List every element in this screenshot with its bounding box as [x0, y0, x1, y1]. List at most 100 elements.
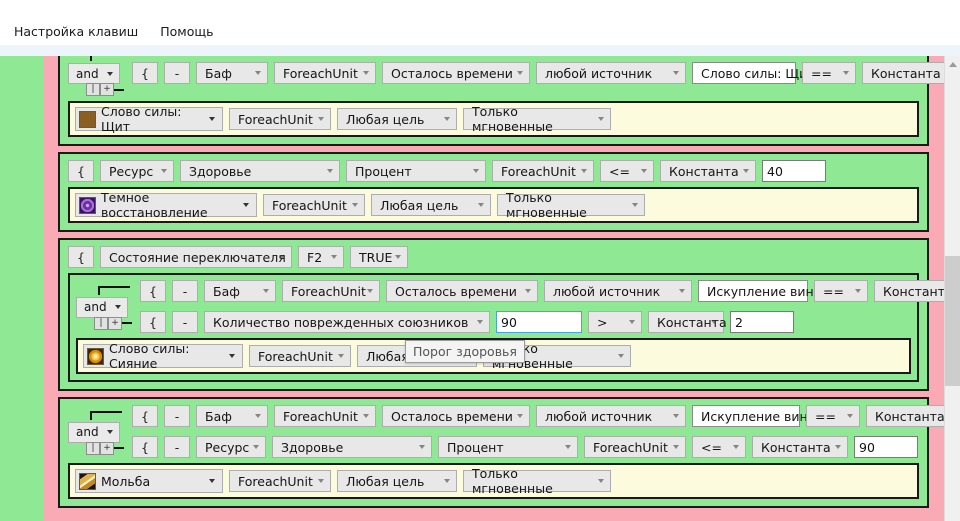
vertical-scrollbar[interactable]: [944, 56, 960, 521]
aura-source-select-label: любой источник: [545, 65, 653, 81]
scroll-up-arrow-icon[interactable]: [945, 56, 960, 72]
comparison-operator-select[interactable]: >: [588, 311, 642, 333]
aura-name-field[interactable]: Слово силы: Щит: [692, 62, 814, 84]
spell-name-label: Мольба: [101, 473, 151, 489]
value-kind-select-label: Константа: [871, 65, 941, 81]
value-input[interactable]: 90: [854, 436, 918, 458]
toggle-state-select[interactable]: Состояние переключателя: [100, 246, 292, 268]
scrollbar-thumb[interactable]: [945, 256, 960, 386]
action-cast-mode-select[interactable]: Только мгновенные: [463, 104, 611, 134]
condition-type-select[interactable]: Ресурс: [196, 436, 266, 458]
unit-scope-select[interactable]: ForeachUnit: [492, 160, 594, 182]
action-cast-mode-select[interactable]: Только мгновенные: [497, 190, 645, 220]
resource-select[interactable]: Здоровье: [272, 436, 432, 458]
action-target-filter-select[interactable]: Любая цель: [337, 108, 457, 130]
toggle-key-select-label: F2: [307, 249, 323, 265]
condition-type-select[interactable]: Баф: [196, 405, 268, 427]
remove-condition-button[interactable]: -: [164, 436, 190, 458]
resource-unit-select[interactable]: Процент: [438, 436, 578, 458]
unit-scope-select[interactable]: ForeachUnit: [274, 62, 376, 84]
comparison-operator-select-label: >: [597, 314, 608, 330]
value-input[interactable]: 2: [730, 311, 794, 333]
open-brace-button[interactable]: {: [140, 280, 166, 302]
group-condition-button[interactable]: |: [86, 441, 100, 455]
aura-name-field[interactable]: Искупление вины: [692, 405, 818, 427]
open-brace-button[interactable]: {: [132, 62, 158, 84]
value-kind-select[interactable]: Константа: [660, 160, 756, 182]
action-unit-select[interactable]: ForeachUnit: [229, 108, 331, 130]
value-kind-select[interactable]: Константа: [648, 311, 727, 333]
group-condition-button[interactable]: |: [94, 316, 108, 330]
damaged-allies-select[interactable]: Количество поврежденных союзников: [204, 311, 490, 333]
spell-select[interactable]: Слово силы: Щит: [75, 104, 223, 134]
action-cast-mode-select[interactable]: Только мгновенные: [463, 466, 611, 496]
chevron-down-icon: [733, 445, 740, 449]
condition-type-select-label: Баф: [205, 65, 232, 81]
comparison-operator-select[interactable]: ==: [814, 280, 868, 302]
open-brace-button[interactable]: {: [68, 246, 94, 268]
value-kind-select[interactable]: Константа: [752, 436, 848, 458]
remove-condition-button[interactable]: -: [172, 280, 198, 302]
remove-condition-button[interactable]: -: [172, 311, 198, 333]
rule-header-row: { Состояние переключателя F2 TRUE: [68, 246, 919, 268]
open-brace-button[interactable]: {: [140, 311, 166, 333]
chevron-down-icon: [107, 430, 114, 434]
action-unit-select[interactable]: ForeachUnit: [249, 345, 351, 367]
comparison-operator-select[interactable]: <=: [600, 160, 654, 182]
comparison-operator-select[interactable]: ==: [806, 405, 860, 427]
health-threshold-input[interactable]: 90: [496, 311, 582, 333]
add-condition-button[interactable]: +: [100, 83, 114, 96]
menu-help[interactable]: Помощь: [160, 24, 213, 39]
logic-operator-select[interactable]: and: [68, 421, 120, 443]
aura-property-select[interactable]: Осталось времени: [382, 62, 530, 84]
toggle-key-select[interactable]: F2: [298, 246, 344, 268]
chevron-down-icon: [243, 203, 250, 207]
value-input[interactable]: 40: [762, 160, 826, 182]
condition-add-controls: | +: [86, 83, 124, 96]
remove-condition-button[interactable]: -: [164, 405, 190, 427]
unit-scope-select-label: ForeachUnit: [501, 163, 576, 179]
unit-scope-select[interactable]: ForeachUnit: [282, 280, 380, 302]
logic-operator-select[interactable]: and: [76, 296, 128, 318]
aura-property-select[interactable]: Осталось времени: [386, 280, 538, 302]
action-unit-select[interactable]: ForeachUnit: [263, 194, 365, 216]
action-target-filter-select[interactable]: Любая цель: [371, 194, 491, 216]
aura-property-select[interactable]: Осталось времени: [382, 405, 530, 427]
condition-type-select[interactable]: Баф: [196, 62, 268, 84]
toggle-value-select[interactable]: TRUE: [350, 246, 408, 268]
add-condition-button[interactable]: +: [108, 316, 122, 330]
remove-condition-button[interactable]: -: [164, 62, 190, 84]
rules-scroll-viewport: and | +{- Баф ForeachUnit Осталось времени люб…: [0, 56, 960, 521]
comparison-operator-select-label: ==: [811, 65, 832, 81]
add-condition-button[interactable]: +: [100, 441, 114, 455]
prayer-icon: [79, 472, 96, 490]
resource-unit-select[interactable]: Процент: [346, 160, 486, 182]
chevron-down-icon: [632, 203, 639, 207]
action-target-filter-select[interactable]: Любая цель: [337, 470, 457, 492]
comparison-operator-select[interactable]: <=: [692, 436, 746, 458]
value-input-value: 2: [735, 314, 743, 330]
chevron-down-icon: [363, 414, 370, 418]
spell-select[interactable]: Мольба: [75, 469, 223, 493]
unit-scope-select[interactable]: ForeachUnit: [274, 405, 376, 427]
aura-source-select[interactable]: любой источник: [544, 280, 692, 302]
unit-scope-select[interactable]: ForeachUnit: [584, 436, 686, 458]
spell-select[interactable]: Слово силы: Сияние: [83, 341, 243, 371]
comparison-operator-select[interactable]: ==: [802, 62, 856, 84]
value-kind-select-label: Константа: [883, 283, 953, 299]
logic-operator-select[interactable]: and: [68, 63, 120, 84]
aura-source-select[interactable]: любой источник: [536, 62, 686, 84]
open-brace-button[interactable]: {: [132, 436, 158, 458]
rule-power-word-shield: and | + {- Баф ForeachUnit Осталось времени люб…: [58, 56, 958, 146]
resource-select[interactable]: Здоровье: [180, 160, 340, 182]
condition-type-select[interactable]: Баф: [204, 280, 276, 302]
condition-type-select[interactable]: Ресурс: [100, 160, 174, 182]
aura-name-field[interactable]: Искупление вины: [698, 280, 824, 302]
menu-keybindings[interactable]: Настройка клавиш: [14, 24, 138, 39]
aura-source-select[interactable]: любой источник: [536, 405, 686, 427]
open-brace-button[interactable]: {: [132, 405, 158, 427]
action-unit-select[interactable]: ForeachUnit: [229, 470, 331, 492]
open-brace-button[interactable]: {: [68, 160, 94, 182]
spell-select[interactable]: Темное восстановление: [75, 190, 257, 220]
group-condition-button[interactable]: |: [86, 83, 100, 96]
